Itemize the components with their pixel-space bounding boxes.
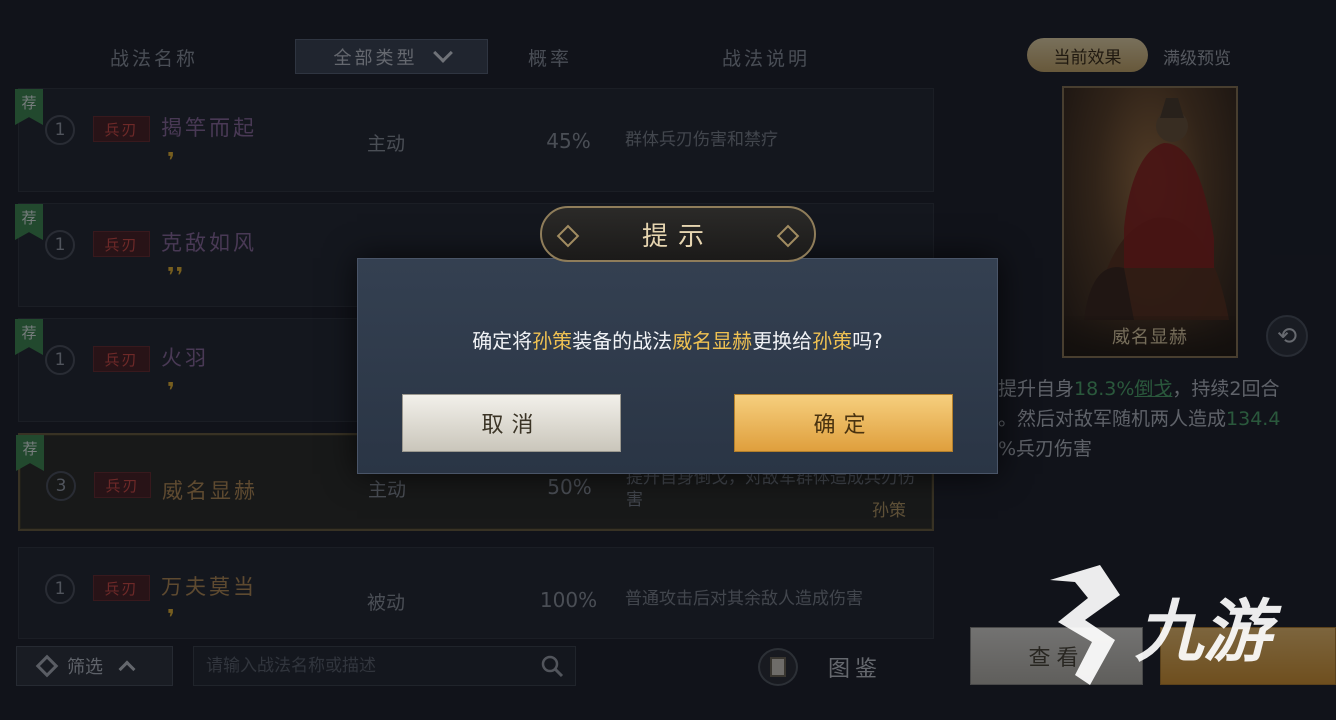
dialog-message: 确定将孙策装备的战法威名显赫更换给孙策吗? <box>472 329 883 353</box>
jiuyou-watermark-logo: 九游 <box>1050 565 1282 685</box>
skill-name: 威名显赫 <box>672 329 753 353</box>
cancel-button[interactable]: 取消 <box>402 394 621 452</box>
svg-text:九游: 九游 <box>1135 593 1282 672</box>
confirm-button[interactable]: 确定 <box>734 394 953 452</box>
hero-name: 孙策 <box>812 329 853 353</box>
dialog-title-plate: 提示 <box>540 206 816 262</box>
dialog-title: 提示 <box>641 221 714 252</box>
hero-name: 孙策 <box>532 329 573 353</box>
